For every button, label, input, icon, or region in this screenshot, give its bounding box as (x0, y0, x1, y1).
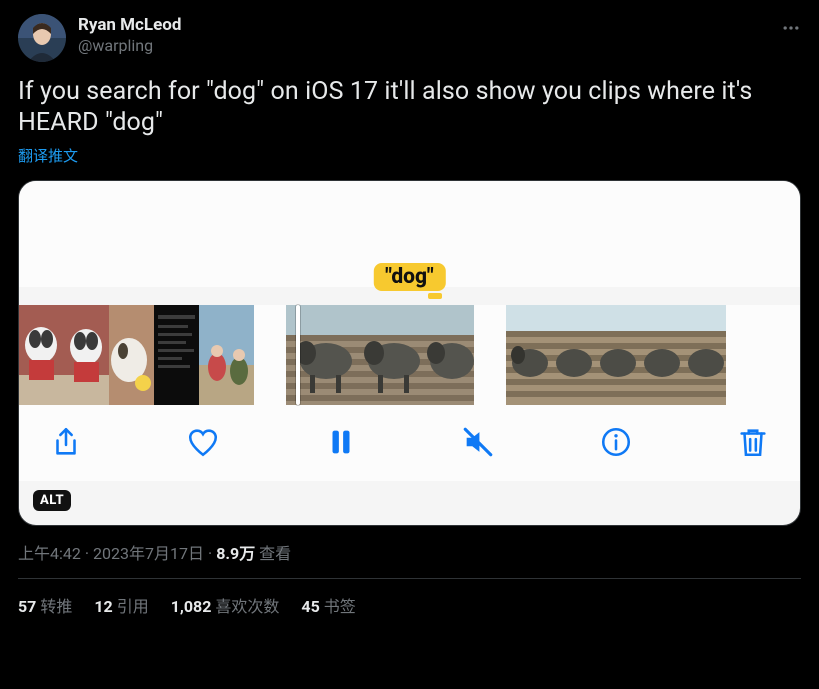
share-icon[interactable] (49, 425, 83, 459)
bookmarks-stat[interactable]: 45书签 (301, 593, 355, 617)
playhead-line[interactable] (296, 305, 300, 405)
thumbnail (550, 305, 594, 405)
tweet-date: 2023年7月17日 (93, 544, 204, 563)
thumbnail (426, 305, 474, 405)
reposts-stat[interactable]: 57转推 (18, 593, 72, 617)
thumbnail (64, 305, 109, 405)
media-card[interactable]: "dog" (18, 180, 801, 526)
thumbnail (356, 305, 426, 405)
clip-group-2 (286, 305, 474, 405)
thumbnail (154, 305, 199, 405)
thumbnail (19, 305, 64, 405)
thumbnail (594, 305, 638, 405)
video-timeline[interactable] (19, 305, 800, 405)
tweet-meta[interactable]: 上午4:42·2023年7月17日·8.9万 查看 (18, 540, 801, 564)
mute-icon[interactable] (461, 425, 495, 459)
thumbnail (199, 305, 254, 405)
tweet-text: If you search for "dog" on iOS 17 it'll … (18, 76, 801, 139)
views-label: 查看 (259, 544, 291, 563)
thumbnail (682, 305, 726, 405)
trash-icon[interactable] (736, 425, 770, 459)
thumbnail (638, 305, 682, 405)
thumbnail (506, 305, 550, 405)
translate-link[interactable]: 翻译推文 (18, 145, 801, 166)
clip-group-1 (19, 305, 254, 405)
quotes-stat[interactable]: 12引用 (94, 593, 148, 617)
heart-icon[interactable] (186, 425, 220, 459)
clip-group-3 (506, 305, 726, 405)
clip-gap (254, 305, 286, 405)
alt-badge[interactable]: ALT (33, 490, 71, 511)
stats-row: 57转推 12引用 1,082喜欢次数 45书签 (18, 593, 801, 617)
tweet-header: Ryan McLeod @warpling (18, 14, 801, 62)
likes-stat[interactable]: 1,082喜欢次数 (171, 593, 280, 617)
pause-icon[interactable] (324, 425, 358, 459)
divider (18, 578, 801, 579)
info-icon[interactable] (599, 425, 633, 459)
thumbnail (109, 305, 154, 405)
media-toolbar (19, 405, 800, 481)
search-term-pill: "dog" (373, 263, 445, 291)
handle: @warpling (78, 36, 181, 57)
author-names[interactable]: Ryan McLeod @warpling (78, 14, 181, 57)
display-name: Ryan McLeod (78, 14, 181, 36)
tweet-container: Ryan McLeod @warpling If you search for … (0, 0, 819, 627)
more-icon[interactable] (781, 18, 801, 38)
clip-gap (474, 305, 506, 405)
tweet-time: 上午4:42 (18, 544, 81, 563)
media-top-area: "dog" (19, 181, 800, 287)
views-count: 8.9万 (216, 544, 255, 563)
playhead-marker (428, 293, 442, 299)
avatar[interactable] (18, 14, 66, 62)
